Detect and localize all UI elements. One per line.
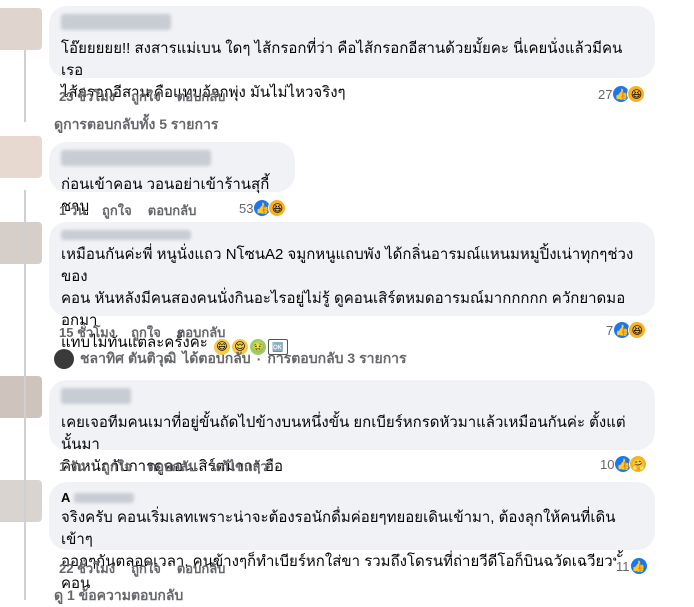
comment-line: โอ๊ยยยยย!! สงสารแม่เบน ใดๆ ไส้กรอกที่ว่า…: [61, 40, 623, 79]
author-name-blurred[interactable]: [61, 388, 131, 404]
timestamp-link[interactable]: 15 ชั่วโมง: [59, 322, 115, 343]
comment-actions: 22 ชั่วโมง ถูกใจ ตอบกลับ: [59, 558, 225, 579]
author-initial[interactable]: A: [61, 490, 70, 505]
avatar[interactable]: [0, 8, 42, 50]
avatar[interactable]: [0, 480, 42, 522]
timestamp-link[interactable]: 1 วัน: [59, 200, 86, 221]
reaction-count: 53: [239, 200, 254, 216]
reaction-count: 27: [598, 86, 613, 102]
replier-name: ชลาทิศ ตันติวุฒิ: [80, 350, 177, 366]
reaction-summary[interactable]: 53 👍 😆: [237, 198, 289, 218]
avatar[interactable]: [0, 376, 42, 418]
reply-button[interactable]: ตอบกลับ: [177, 86, 226, 107]
separator-dot: ·: [256, 351, 262, 367]
reply-button[interactable]: ตอบกลับ: [177, 558, 226, 579]
reply-button[interactable]: ตอบกลับ: [148, 200, 197, 221]
like-button[interactable]: ถูกใจ: [131, 322, 161, 343]
comment-bubble: เคยเจอทีมคนเมาที่อยู่ขั้นถัดไปข้างบนหนึ่…: [49, 380, 655, 475]
reply-action-text: ได้ตอบกลับ: [182, 350, 251, 366]
reaction-summary[interactable]: 11 👍: [614, 556, 650, 576]
care-reaction-icon: 🤗: [629, 455, 648, 473]
comment-bubble: A จริงครับ คอนเริ่มเลทเพราะน่าจะต้องรอนั…: [49, 482, 655, 592]
reply-button[interactable]: ตอบกลับ: [148, 456, 197, 477]
view-all-replies[interactable]: ดูการตอบกลับทั้ง 5 รายการ: [54, 114, 218, 136]
timestamp-link[interactable]: 22 ชั่วโมง: [59, 558, 115, 579]
like-button[interactable]: ถูกใจ: [102, 200, 132, 221]
comment-bubble: โอ๊ยยยยย!! สงสารแม่เบน ใดๆ ไส้กรอกที่ว่า…: [49, 6, 655, 101]
view-replies-label: ดูการตอบกลับทั้ง 5 รายการ: [54, 116, 219, 132]
author-row: A: [61, 490, 643, 505]
comment-bubble: เหมือนกันค่ะพี่ หนูนั่งแถว NโซนA2 จมูกหน…: [49, 222, 655, 355]
like-button[interactable]: ถูกใจ: [131, 86, 161, 107]
author-name-blurred[interactable]: [74, 492, 135, 503]
like-button[interactable]: ถูกใจ: [131, 558, 161, 579]
comment-line: เคยเจอทีมคนเมาที่อยู่ขั้นถัดไปข้างบนหนึ่…: [61, 414, 626, 453]
view-reply-label: ดู 1 ข้อความตอบกลับ: [54, 587, 184, 603]
comment-actions: 15 ชั่วโมง ถูกใจ ตอบกลับ: [59, 322, 225, 343]
reaction-count: 11: [616, 558, 630, 574]
comment-bubble: ก่อนเข้าคอน วอนอย่าเข้าร้านสุกี้ ชาบู: [49, 142, 295, 215]
avatar[interactable]: [0, 222, 42, 264]
comment-actions: 23 ชั่วโมง ถูกใจ ตอบกลับ: [59, 86, 225, 107]
replier-avatar: [54, 349, 74, 369]
timestamp-link[interactable]: 1 วัน: [59, 456, 86, 477]
haha-reaction-icon: 😆: [628, 321, 647, 339]
comment-line: จริงครับ คอนเริ่มเลทเพราะน่าจะต้องรอนักด…: [61, 509, 616, 548]
reaction-summary[interactable]: 27 👍 😆: [596, 84, 648, 104]
reaction-count: 10: [600, 456, 615, 472]
haha-reaction-icon: 😆: [268, 199, 287, 217]
view-one-reply[interactable]: ดู 1 ข้อความตอบกลับ: [54, 585, 183, 607]
comment-line: เหมือนกันค่ะพี่ หนูนั่งแถว NโซนA2 จมูกหน…: [61, 246, 634, 285]
reaction-count: 7: [606, 322, 614, 338]
reaction-summary[interactable]: 10 👍 🤗: [598, 454, 650, 474]
author-name-blurred[interactable]: [61, 230, 191, 240]
comment-actions: 1 วัน ถูกใจ ตอบกลับ แก้ไขแล้ว: [59, 456, 268, 477]
thread-line: [24, 190, 26, 600]
like-button[interactable]: ถูกใจ: [102, 456, 132, 477]
reply-button[interactable]: ตอบกลับ: [177, 322, 226, 343]
author-name-blurred[interactable]: [61, 14, 171, 30]
like-reaction-icon: 👍: [629, 557, 648, 575]
replies-summary[interactable]: ชลาทิศ ตันติวุฒิ ได้ตอบกลับ · การตอบกลับ…: [54, 348, 407, 370]
thread-line: [24, 50, 26, 122]
reply-count: การตอบกลับ 3 รายการ: [267, 350, 407, 366]
reaction-summary[interactable]: 7 👍 😆: [604, 320, 649, 340]
edited-label[interactable]: แก้ไขแล้ว: [212, 456, 267, 477]
author-name-blurred[interactable]: [61, 150, 211, 166]
haha-reaction-icon: 😆: [627, 85, 646, 103]
comment-text: จริงครับ คอนเริ่มเลทเพราะน่าจะต้องรอนักด…: [61, 507, 643, 595]
avatar[interactable]: [0, 136, 42, 178]
comment-actions: 1 วัน ถูกใจ ตอบกลับ: [59, 200, 196, 221]
timestamp-link[interactable]: 23 ชั่วโมง: [59, 86, 115, 107]
